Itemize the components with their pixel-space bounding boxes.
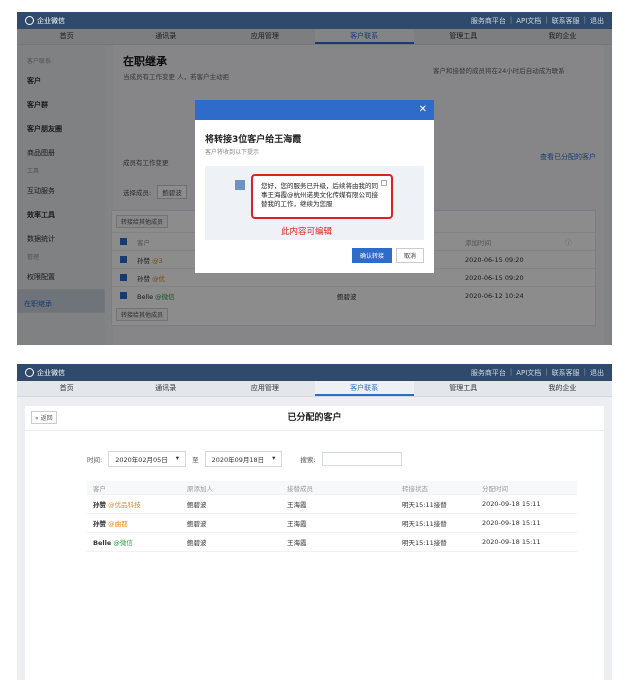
assigned-table: 客户 原添加人 接替成员 转接状态 分配时间 孙赞 @优品科技 鲍碧波 王海霞 … [87, 481, 577, 552]
confirm-transfer-button[interactable]: 确认转接 [351, 248, 392, 263]
dialog-footer: 确认转接 取消 [351, 248, 424, 263]
brand-logo[interactable]: 企业微信 [25, 368, 65, 378]
wecom-logo-icon [25, 368, 34, 377]
wecom-logo-icon [25, 16, 34, 25]
close-icon[interactable]: ✕ [419, 104, 427, 115]
tab-apps[interactable]: 应用管理 [215, 381, 314, 396]
tab-home[interactable]: 首页 [17, 381, 116, 396]
table-row: 孙赞 @曲都 鲍碧波 王海霞 明天15:11接替 2020-09-18 15:1… [87, 514, 577, 533]
screenshot-transfer-modal: 企业微信 服务商平台 | API文档 | 联系客服 | 退出 首页 通讯录 应用管理 … [17, 12, 612, 345]
assigned-panel: « 返回 已分配的客户 时间: 2020年02月05日 ▾ 至 2020年09月1… [25, 406, 604, 680]
link-api[interactable]: API文档 [516, 16, 541, 26]
link-logout[interactable]: 退出 [590, 16, 604, 26]
date-from-select[interactable]: 2020年02月05日 ▾ [108, 451, 187, 467]
dialog-title: 将转接3位客户给王海霞 [205, 135, 302, 145]
search-input[interactable] [321, 452, 402, 466]
edit-icon[interactable] [381, 180, 387, 186]
link-api[interactable]: API文档 [516, 368, 541, 378]
link-provider[interactable]: 服务商平台 [471, 368, 506, 378]
topbar: 企业微信 服务商平台 | API文档 | 联系客服 | 退出 [17, 12, 612, 29]
editable-annotation: 此内容可编辑 [281, 227, 333, 237]
cancel-button[interactable]: 取消 [395, 248, 424, 263]
topbar-links: 服务商平台 | API文档 | 联系客服 | 退出 [470, 15, 604, 26]
avatar [235, 180, 245, 190]
link-logout[interactable]: 退出 [590, 368, 604, 378]
brand-logo[interactable]: 企业微信 [25, 16, 65, 26]
dialog-header: ✕ [195, 100, 434, 120]
editable-message[interactable]: 您好，您的服务已升级，后续将由我的同事王海霞@杭州诺奥文化传媒有限公司接替我的工… [251, 174, 393, 219]
tab-company[interactable]: 我的企业 [513, 381, 612, 396]
chevron-down-icon: ▾ [272, 454, 276, 462]
tab-tools[interactable]: 管理工具 [414, 381, 513, 396]
tab-contacts[interactable]: 通讯录 [116, 381, 215, 396]
page-title: 已分配的客户 [25, 406, 604, 431]
brand-name: 企业微信 [37, 368, 65, 377]
link-support[interactable]: 联系客服 [552, 368, 580, 378]
screenshot-assigned-customers: 企业微信 服务商平台 | API文档 | 联系客服 | 退出 首页 通讯录 应用管理 … [17, 364, 612, 680]
main-nav: 首页 通讯录 应用管理 客户联系 管理工具 我的企业 [17, 381, 612, 397]
topbar-links: 服务商平台 | API文档 | 联系客服 | 退出 [470, 367, 604, 378]
transfer-dialog: ✕ 将转接3位客户给王海霞 客户将收到以下提示 您好，您的服务已升级，后续将由我… [195, 100, 434, 273]
date-to-select[interactable]: 2020年09月18日 ▾ [204, 451, 283, 467]
filter-bar: 时间: 2020年02月05日 ▾ 至 2020年09月18日 ▾ 搜索: [87, 451, 402, 467]
chevron-down-icon: ▾ [175, 454, 180, 462]
table-header: 客户 原添加人 接替成员 转接状态 分配时间 [87, 481, 577, 495]
tab-customer[interactable]: 客户联系 [314, 381, 414, 396]
table-row: Belle @微信 鲍碧波 王海霞 明天15:11接替 2020-09-18 1… [87, 533, 577, 552]
table-row: 孙赞 @优品科技 鲍碧波 王海霞 明天15:11接替 2020-09-18 15… [87, 495, 577, 514]
link-provider[interactable]: 服务商平台 [471, 16, 506, 26]
topbar: 企业微信 服务商平台 | API文档 | 联系客服 | 退出 [17, 364, 612, 381]
brand-name: 企业微信 [37, 16, 65, 25]
link-support[interactable]: 联系客服 [552, 16, 580, 26]
dialog-subtitle: 客户将收到以下提示 [205, 149, 260, 156]
back-button[interactable]: « 返回 [31, 411, 57, 424]
